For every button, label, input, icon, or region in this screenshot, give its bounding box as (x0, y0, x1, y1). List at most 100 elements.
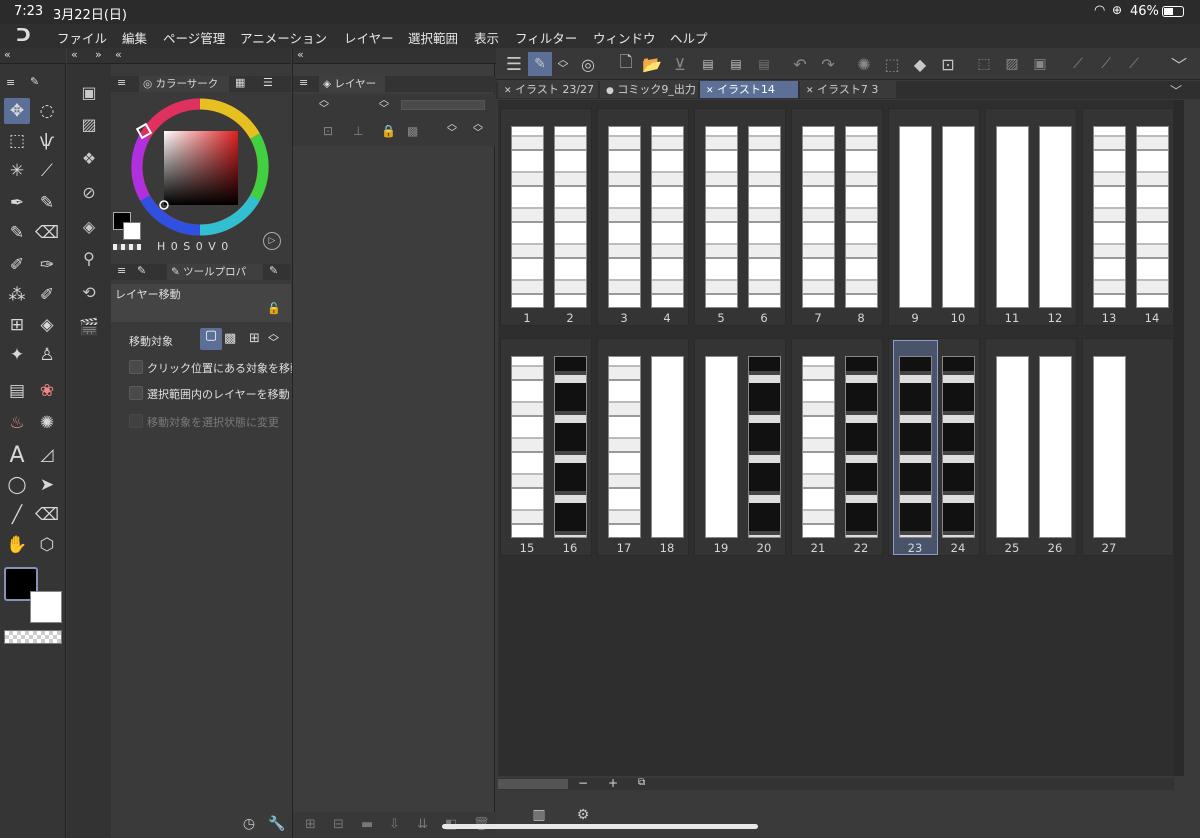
search-icon[interactable]: ⊘ (77, 180, 101, 204)
menu-filter[interactable]: フィルター (515, 28, 577, 47)
page-thumbnail[interactable] (705, 126, 738, 308)
hamburger-menu-icon[interactable]: ☰ (502, 52, 526, 76)
transparent-mini-swatch[interactable] (113, 244, 141, 250)
move-tool-icon[interactable]: ✥ (4, 98, 30, 124)
special-ruler-snap-icon[interactable]: ⟋ (1094, 52, 1118, 76)
brush-size-tab-icon[interactable]: ✎ (269, 264, 278, 277)
pen-tool-icon[interactable]: ✒ (4, 190, 30, 216)
target-layer-icon[interactable]: ▢ (200, 328, 222, 350)
opacity-slider[interactable] (401, 100, 485, 110)
page-thumbnail[interactable] (748, 356, 781, 538)
page-thumbnail[interactable] (608, 356, 641, 538)
companion-mode-icon[interactable]: ◎ (576, 52, 600, 76)
decoration-tool-icon[interactable]: ❀ (34, 378, 60, 404)
open-folder-icon[interactable]: 📂 (640, 52, 664, 76)
marquee-tool-icon[interactable]: ⬚ (4, 128, 30, 154)
target-grid-icon[interactable]: ⊞ (249, 331, 260, 346)
page-thumbnail[interactable] (651, 126, 684, 308)
image-icon[interactable]: ▨ (77, 112, 101, 136)
page-spread[interactable]: 19 20 (694, 338, 786, 556)
zoom-in-button[interactable]: + (608, 776, 618, 790)
collapse-icon[interactable]: « (297, 48, 304, 61)
page-thumbnail[interactable] (1093, 126, 1126, 308)
page-thumbnail[interactable] (942, 126, 975, 308)
new-vector-layer-icon[interactable]: ⊟ (333, 817, 344, 832)
page-thumbnail[interactable] (705, 356, 738, 538)
page-spread[interactable]: 78 (791, 108, 883, 326)
object-select-icon[interactable]: ➤ (34, 472, 60, 498)
ruler-snap-icon[interactable]: ⟋ (1066, 52, 1090, 76)
menu-icon[interactable]: ≡ (117, 76, 126, 89)
3d-tool-icon[interactable]: ⬡ (34, 532, 60, 558)
clip-icon[interactable]: ⊡ (323, 124, 333, 138)
menu-layer[interactable]: レイヤー (344, 28, 394, 47)
stamp-tool-icon[interactable]: ♙ (34, 342, 60, 368)
tab-color-wheel[interactable]: ◎ カラーサーク (139, 76, 229, 92)
page-thumbnail[interactable] (511, 356, 544, 538)
redo-icon[interactable]: ↷ (816, 52, 840, 76)
export-png-icon[interactable]: ▤ (724, 52, 748, 76)
eraser-tool-icon[interactable]: ⌫ (34, 220, 60, 246)
animation-icon[interactable]: 🎬 (77, 314, 101, 338)
clear-selection-icon[interactable]: ⬚ (880, 52, 904, 76)
color-set-tab-icon[interactable]: ▦ (235, 76, 245, 89)
layer-stepper-icon[interactable]: ︿ ﹀ (447, 120, 457, 139)
collapse-left-icon[interactable]: « (4, 48, 11, 61)
export-jpg-icon[interactable]: ▤ (696, 52, 720, 76)
zoom-out-button[interactable]: − (578, 776, 588, 790)
page-thumbnail[interactable] (554, 356, 587, 538)
loading-icon[interactable]: ✺ (852, 52, 876, 76)
page-thumbnail[interactable] (1136, 126, 1169, 308)
tab-doc-1[interactable]: ✕ イラスト 23/27 (498, 81, 598, 98)
effect-line-icon[interactable]: ✺ (34, 410, 60, 436)
page-spread[interactable]: 13 14 (1082, 108, 1174, 326)
page-thumbnail[interactable] (511, 126, 544, 308)
hand-tool-icon[interactable]: ✋ (4, 532, 30, 558)
navigator-icon[interactable]: ▣ (77, 80, 101, 104)
page-thumbnail[interactable] (554, 126, 587, 308)
sub-tool-tab-icon[interactable]: ✎ (137, 264, 146, 277)
page-settings-icon[interactable]: ⚙ (572, 804, 594, 826)
page-spread[interactable]: 9 10 (888, 108, 980, 326)
toolbar-expand-icon[interactable]: ﹀ (1166, 52, 1192, 76)
page-thumbnail[interactable] (748, 126, 781, 308)
pen-tab-icon[interactable]: ✎ (30, 75, 39, 88)
page-spread[interactable]: 17 18 (597, 338, 689, 556)
zoom-slider[interactable] (498, 779, 568, 789)
menu-icon[interactable]: ≡ (6, 76, 15, 89)
page-spread[interactable]: 34 (597, 108, 689, 326)
tab-doc-3[interactable]: ✕ イラスト14 (700, 81, 798, 98)
grass-brush-icon[interactable]: ѱ (34, 128, 60, 154)
text-tool-icon[interactable]: A (4, 442, 30, 468)
page-thumbnail[interactable] (942, 356, 975, 538)
fit-page-icon[interactable]: ⧉ (638, 777, 645, 788)
color-wheel[interactable] (129, 96, 271, 238)
tab-layer[interactable]: ◈ レイヤー (319, 76, 385, 92)
export-psd-icon[interactable]: ▤ (752, 52, 776, 76)
lock-layer-icon[interactable]: 🔒 (381, 124, 396, 138)
color-slider-tab-icon[interactable]: ☰ (263, 76, 273, 89)
transparent-color-swatch[interactable] (4, 630, 62, 644)
marker-tool-icon[interactable]: ✎ (34, 190, 60, 216)
page-thumbnail[interactable] (651, 356, 684, 538)
page-thumbnail[interactable] (845, 356, 878, 538)
lock-transparent-icon[interactable]: ▩ (407, 124, 418, 138)
page-thumbnail[interactable] (802, 356, 835, 538)
sub-color-mini-swatch[interactable] (123, 222, 141, 240)
sub-tool-detail-icon[interactable]: ⚲ (77, 246, 101, 270)
lock-icon[interactable]: 🔓 (267, 302, 281, 315)
line-tool-icon[interactable]: ╱ (4, 502, 30, 528)
tone-icon[interactable]: ▨ (1000, 52, 1024, 76)
airbrush-icon[interactable]: ⁂ (4, 282, 30, 308)
move-clicked-checkbox[interactable] (129, 360, 143, 374)
menu-view[interactable]: 表示 (474, 28, 499, 47)
tab-doc-4[interactable]: ✕ イラスト7 3 (800, 81, 896, 98)
menu-page[interactable]: ページ管理 (163, 28, 225, 47)
expand-icon[interactable]: » (95, 48, 102, 61)
frame-border-icon[interactable]: ⊞ (4, 312, 30, 338)
merge-down-icon[interactable]: ⇊ (417, 817, 428, 832)
move-selection-checkbox[interactable] (129, 386, 143, 400)
target-stepper-icon[interactable]: ︿ ﹀ (268, 328, 279, 348)
page-thumbnail[interactable] (845, 126, 878, 308)
page-spread[interactable]: 23 24 (888, 338, 980, 556)
